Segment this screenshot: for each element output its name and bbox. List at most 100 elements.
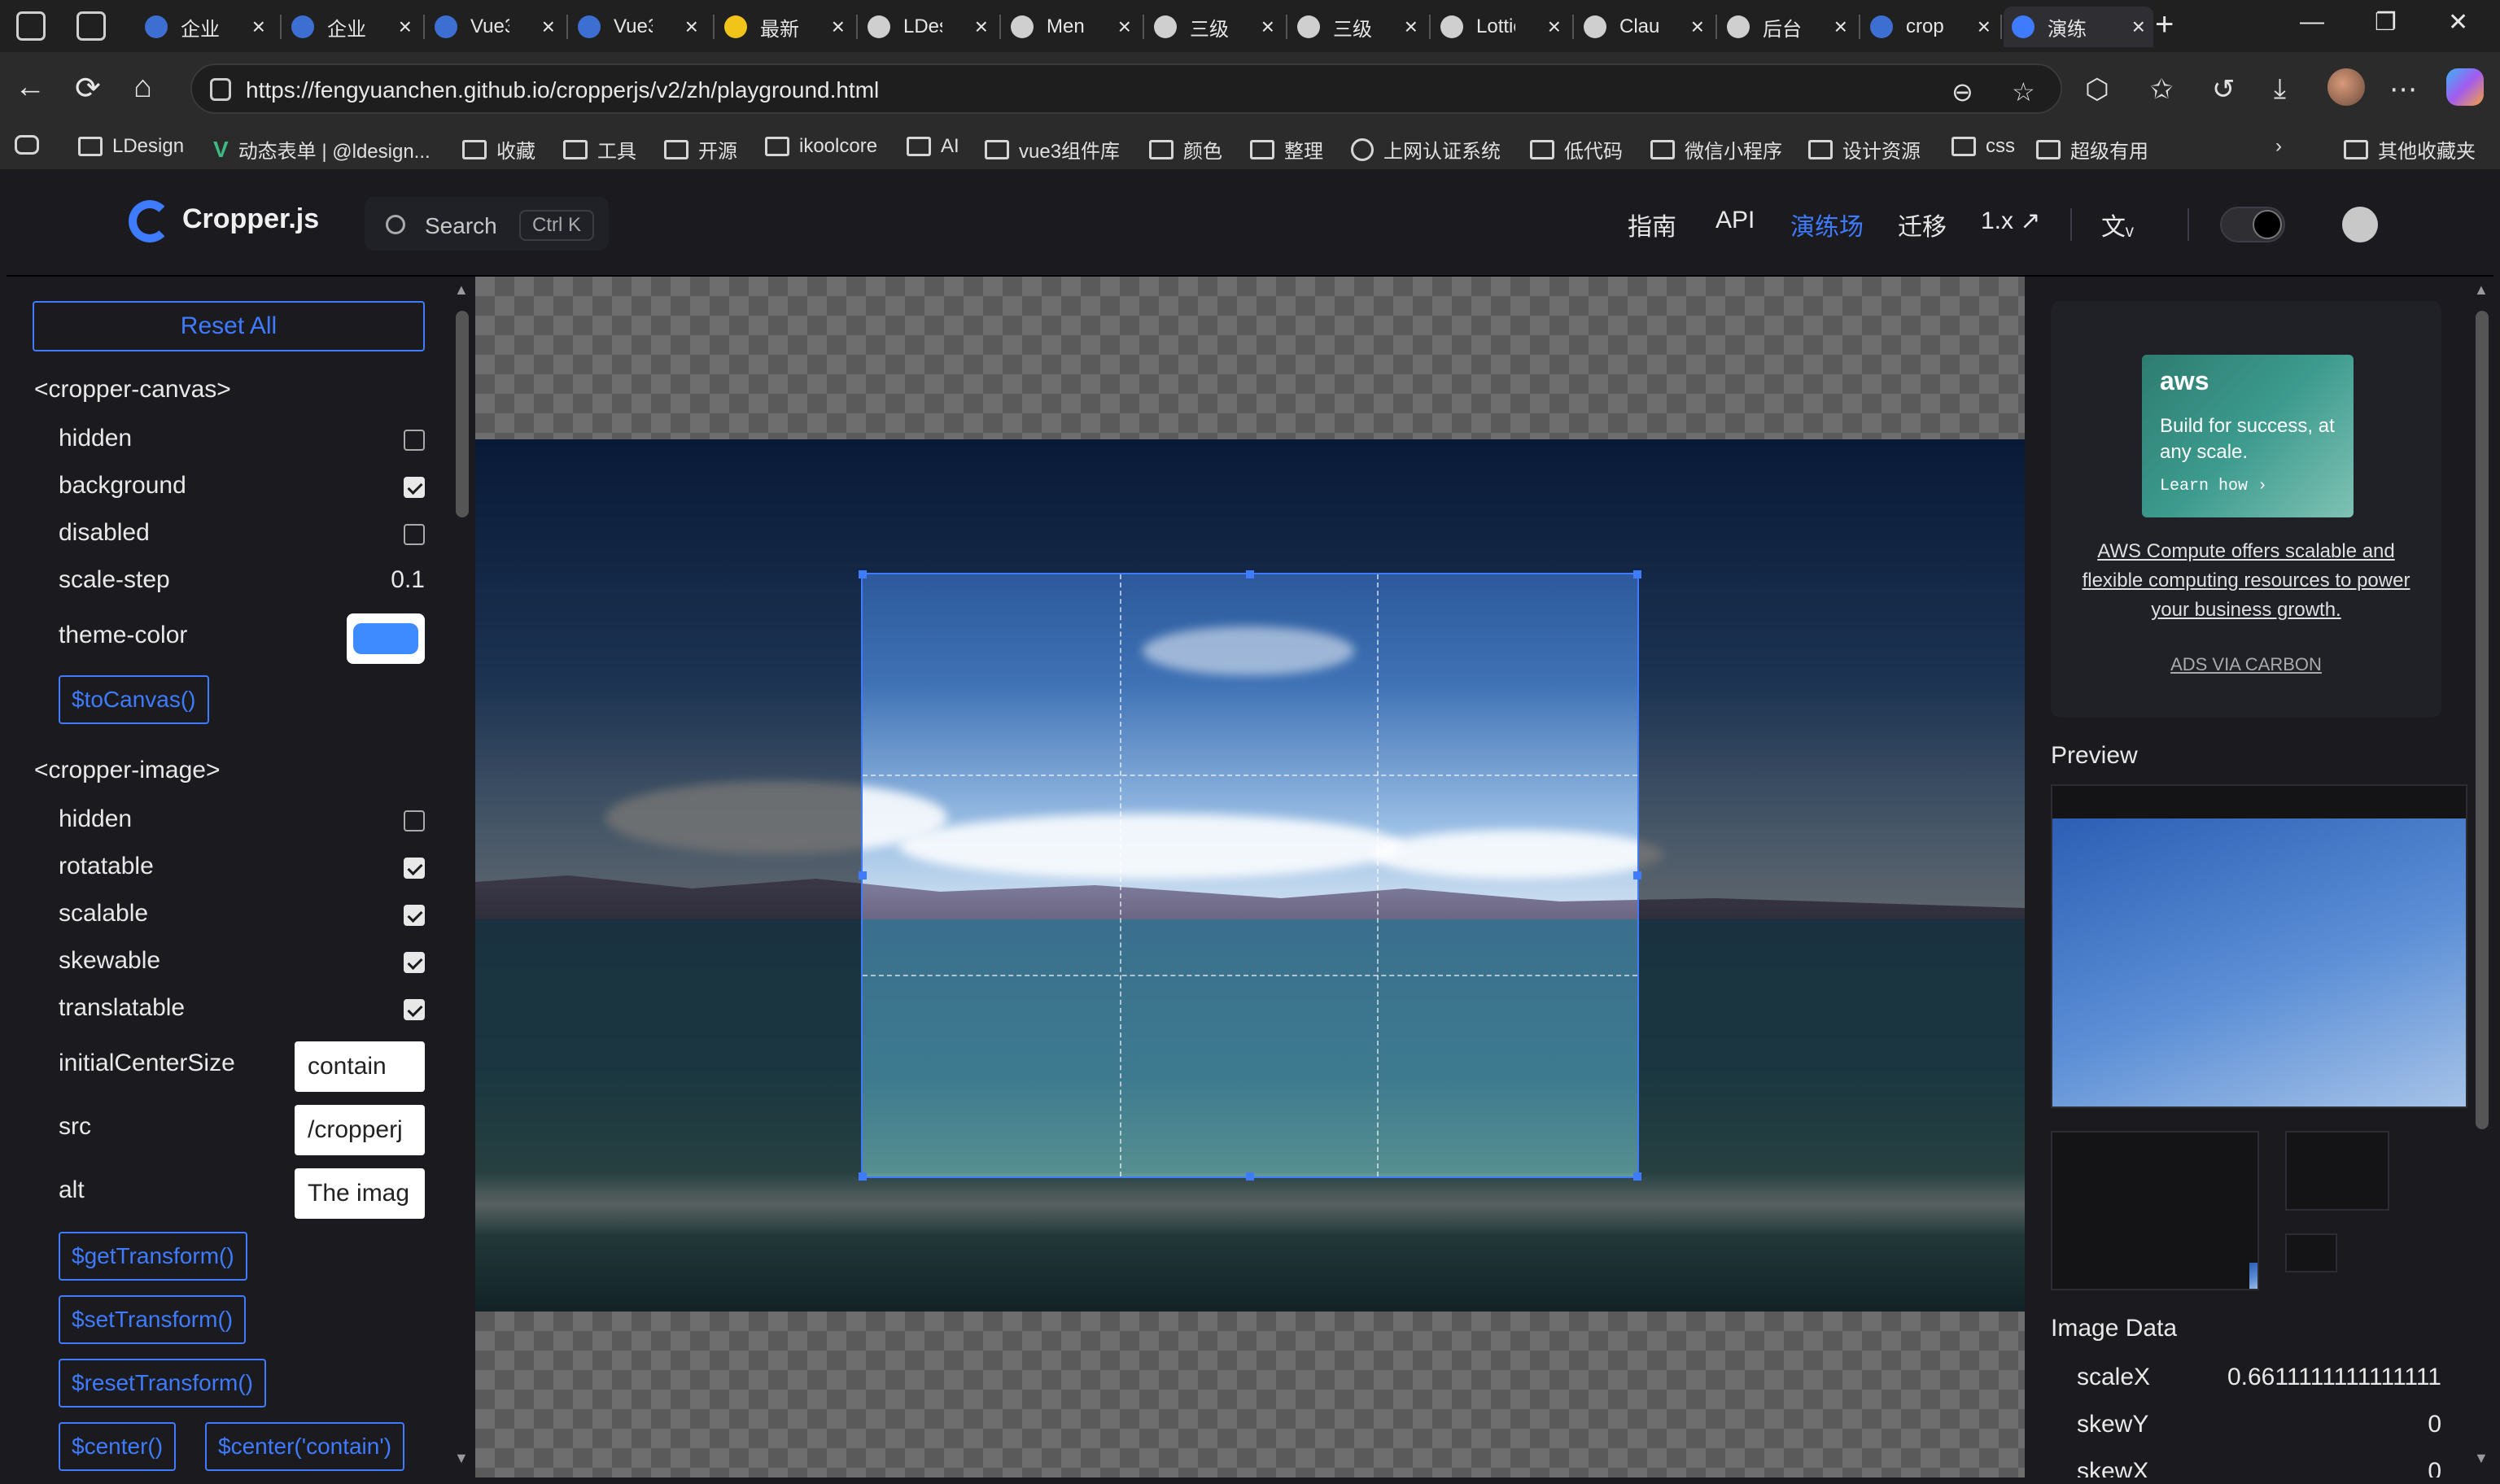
copilot-icon[interactable] <box>2446 68 2484 106</box>
profile-avatar[interactable] <box>2327 68 2365 106</box>
image-scalable-checkbox[interactable] <box>404 905 425 926</box>
bookmark-item[interactable]: 设计资源 <box>1808 135 1921 164</box>
bookmark-item[interactable]: LDesign <box>78 135 184 158</box>
reset-transform-button[interactable]: $resetTransform() <box>59 1359 267 1408</box>
browser-tab[interactable]: Vue3 × <box>570 7 706 47</box>
theme-color-picker[interactable] <box>347 613 425 664</box>
url-field[interactable]: https://fengyuanchen.github.io/cropperjs… <box>190 63 2062 114</box>
extensions-icon[interactable]: ⬡ <box>2085 73 2109 106</box>
scale-step-input[interactable]: 0.1 <box>391 566 425 594</box>
scroll-down-arrow[interactable]: ▼ <box>454 1450 469 1467</box>
reset-all-button[interactable]: Reset All <box>33 301 425 351</box>
image-rotatable-checkbox[interactable] <box>404 858 425 879</box>
carbon-ad[interactable]: aws Build for success, at any scale. Lea… <box>2051 301 2441 718</box>
browser-tab[interactable]: 三级 × <box>1146 7 1283 47</box>
reading-list-icon[interactable] <box>15 135 49 155</box>
favorite-star-icon[interactable]: ☆ <box>2012 76 2035 107</box>
close-tab-icon[interactable]: × <box>252 14 265 40</box>
close-tab-icon[interactable]: × <box>685 14 698 40</box>
nav-migration[interactable]: 迁移 <box>1898 207 1947 242</box>
src-input[interactable]: /cropperj <box>295 1105 425 1155</box>
initial-center-size-input[interactable]: contain <box>295 1041 425 1092</box>
bookmark-item[interactable]: ikoolcore <box>765 135 877 158</box>
browser-tab[interactable]: 三级 × <box>1289 7 1426 47</box>
bookmark-other[interactable]: 其他收藏夹 <box>2344 135 2476 164</box>
alt-input[interactable]: The imag <box>295 1168 425 1219</box>
image-hidden-checkbox[interactable] <box>404 810 425 831</box>
close-window-button[interactable]: ✕ <box>2448 8 2468 37</box>
site-logo-text[interactable]: Cropper.js <box>182 203 319 235</box>
ad-text[interactable]: AWS Compute offers scalable and flexible… <box>2070 537 2422 625</box>
close-tab-icon[interactable]: × <box>542 14 555 40</box>
ad-image[interactable]: aws Build for success, at any scale. Lea… <box>2142 355 2354 517</box>
browser-tab[interactable]: 企业 × <box>137 7 273 47</box>
bookmark-item[interactable]: 收藏 <box>462 135 535 164</box>
browser-tab[interactable]: 后台 × <box>1719 7 1855 47</box>
bookmark-item[interactable]: 微信小程序 <box>1650 135 1782 164</box>
nav-playground[interactable]: 演练场 <box>1790 207 1864 242</box>
nav-guide[interactable]: 指南 <box>1628 207 1676 242</box>
new-tab-button[interactable]: + <box>2155 7 2174 43</box>
language-switcher-icon[interactable]: 文ᵥ <box>2101 207 2134 242</box>
preview-scroll-down-arrow[interactable]: ▼ <box>2474 1450 2489 1467</box>
browser-tab[interactable]: 最新 × <box>716 7 853 47</box>
nav-version[interactable]: 1.x ↗ <box>1981 207 2041 235</box>
scroll-up-arrow[interactable]: ▲ <box>454 282 469 299</box>
downloads-icon[interactable]: ⤓ <box>2274 73 2286 105</box>
browser-tab[interactable]: Lottie × <box>1432 7 1569 47</box>
browser-tab[interactable]: Claude × <box>1576 7 1712 47</box>
ads-via-carbon-link[interactable]: ADS VIA CARBON <box>2051 654 2441 675</box>
close-tab-icon[interactable]: × <box>1548 14 1561 40</box>
bookmark-item[interactable]: 颜色 <box>1149 135 1222 164</box>
history-icon[interactable]: ↺ <box>2212 73 2236 106</box>
image-translatable-checkbox[interactable] <box>404 999 425 1020</box>
close-tab-icon[interactable]: × <box>1118 14 1131 40</box>
bookmark-item[interactable]: 上网认证系统 <box>1351 135 1501 164</box>
bookmark-item[interactable]: vue3组件库 <box>985 135 1120 164</box>
canvas-disabled-checkbox[interactable] <box>404 524 425 545</box>
back-button[interactable]: ← <box>15 70 46 105</box>
crop-handle-se[interactable] <box>1633 1172 1641 1181</box>
crop-handle-s[interactable] <box>1246 1172 1254 1181</box>
crop-handle-nw[interactable] <box>859 570 867 578</box>
get-transform-button[interactable]: $getTransform() <box>59 1232 247 1281</box>
close-tab-icon[interactable]: × <box>1405 14 1418 40</box>
center-contain-button[interactable]: $center('contain') <box>205 1422 405 1471</box>
close-tab-icon[interactable]: × <box>1691 14 1704 40</box>
more-menu-icon[interactable]: ⋯ <box>2389 73 2417 106</box>
nav-api[interactable]: API <box>1715 207 1755 234</box>
bookmarks-overflow-icon[interactable]: › <box>2275 135 2282 158</box>
crop-handle-w[interactable] <box>859 871 867 879</box>
bookmark-item[interactable]: AI <box>907 135 959 158</box>
bookmark-item[interactable]: 工具 <box>563 135 636 164</box>
cropper-logo-icon[interactable] <box>129 200 171 242</box>
bookmark-item[interactable]: V 动态表单 | @ldesign... <box>213 135 431 164</box>
cropper-selection[interactable] <box>861 573 1639 1178</box>
bookmark-item[interactable]: 整理 <box>1250 135 1323 164</box>
browser-tab[interactable]: 演练 × <box>2004 7 2153 47</box>
github-icon[interactable] <box>2342 207 2378 242</box>
crop-handle-sw[interactable] <box>859 1172 867 1181</box>
cropper-canvas[interactable] <box>475 277 2025 1477</box>
dark-mode-toggle[interactable] <box>2220 207 2285 242</box>
reader-mode-icon[interactable]: ⊖ <box>1951 76 1973 107</box>
browser-tab[interactable]: cropp × <box>1862 7 1999 47</box>
close-tab-icon[interactable]: × <box>975 14 988 40</box>
bookmark-item[interactable]: css <box>1951 135 2015 158</box>
canvas-background-checkbox[interactable] <box>404 477 425 498</box>
center-button[interactable]: $center() <box>59 1422 177 1471</box>
home-button[interactable]: ⌂ <box>133 70 152 105</box>
set-transform-button[interactable]: $setTransform() <box>59 1295 247 1344</box>
close-tab-icon[interactable]: × <box>399 14 412 40</box>
preview-scroll-thumb[interactable] <box>2476 311 2489 1129</box>
browser-tab[interactable]: 企业 × <box>283 7 420 47</box>
site-info-icon[interactable] <box>210 78 231 101</box>
to-canvas-button[interactable]: $toCanvas() <box>59 675 209 724</box>
bookmark-item[interactable]: 开源 <box>664 135 737 164</box>
browser-tab[interactable]: LDes × <box>859 7 996 47</box>
browser-tab[interactable]: Menu × <box>1003 7 1139 47</box>
options-scroll-thumb[interactable] <box>456 311 469 517</box>
crop-handle-ne[interactable] <box>1633 570 1641 578</box>
browser-tab[interactable]: Vue3 × <box>426 7 563 47</box>
refresh-button[interactable]: ⟳ <box>75 70 101 107</box>
